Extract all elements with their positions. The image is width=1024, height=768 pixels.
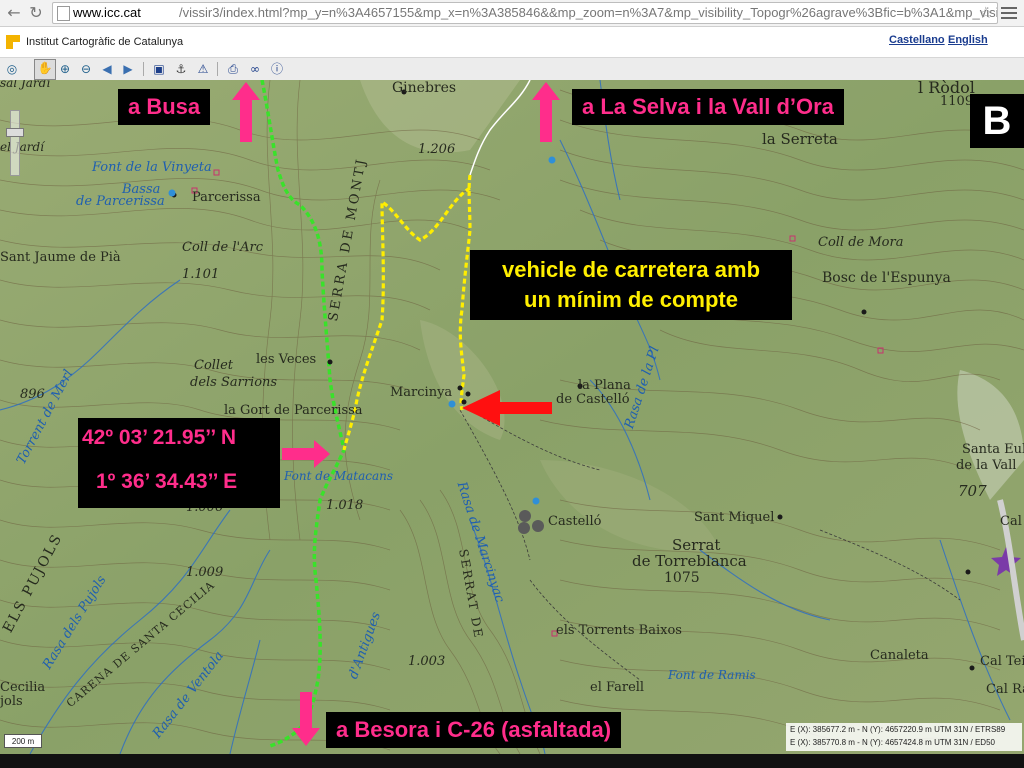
callout-a-busa: a Busa — [118, 89, 211, 125]
map-label-coll-mora: Coll de Mora — [818, 235, 904, 250]
map-label-elev-1206: 1.206 — [418, 142, 456, 157]
url-host: www.icc.cat — [73, 5, 141, 20]
anchor-icon[interactable]: ⚓ — [173, 61, 189, 77]
callout-a-selva: a La Selva i la Vall d’Ora — [572, 89, 844, 125]
toolbar-separator — [217, 62, 218, 76]
map-label-elev-1018: 1.018 — [326, 498, 364, 513]
map-label-font-vinyeta: Font de la Vinyeta — [92, 160, 212, 175]
lang-english-link[interactable]: English — [948, 34, 988, 46]
pan-hand-icon[interactable]: ✋ — [34, 59, 56, 80]
zoom-slider-thumb[interactable] — [6, 128, 24, 137]
map-label-ginebres: Ginebres — [392, 80, 457, 96]
map-label-sant-jaume: Sant Jaume de Pià — [0, 250, 121, 265]
back-arrow-icon[interactable]: ← — [4, 3, 24, 23]
icc-logo-corner — [13, 42, 20, 49]
utm-line-ed50: E (X): 385770.8 m - N (Y): 4657424.8 m U… — [790, 738, 995, 747]
callout-vehicle-line2: un mínim de compte — [524, 287, 738, 312]
map-label-castello: Castelló — [548, 514, 602, 529]
scale-bar: 200 m — [4, 734, 42, 748]
map-label-elev-707: 707 — [958, 482, 987, 500]
utm-line-etrs89: E (X): 385677.2 m - N (Y): 4657220.9 m U… — [790, 725, 1006, 734]
url-field[interactable]: www.icc.cat /vissir3/index.html?mp_y=n%3… — [52, 2, 998, 24]
link-icon[interactable]: ∞ — [247, 61, 263, 77]
map-label-cal-tei: Cal Tei — [980, 654, 1024, 669]
map-label-de-la-vall: de la Vall — [956, 458, 1017, 473]
warning-icon[interactable]: ⚠ — [195, 61, 211, 77]
map-label-les-veces: les Veces — [256, 352, 317, 367]
map-label-cecilia: Cecilia — [0, 680, 46, 695]
zoom-slider-track[interactable] — [10, 110, 20, 176]
map-label-jols: jols — [0, 694, 23, 709]
map-label-santa-eul: Santa Eul — [962, 442, 1024, 457]
map-label-elev-1075: 1075 — [664, 570, 700, 586]
bottom-border — [0, 754, 1024, 768]
utm-coordinates-readout: E (X): 385677.2 m - N (Y): 4657220.9 m U… — [786, 723, 1022, 751]
map-label-bosc-espunya: Bosc de l'Espunya — [822, 270, 951, 286]
bookmark-star-icon[interactable]: ☆ — [979, 3, 993, 23]
back-icon[interactable]: ◀ — [99, 61, 115, 77]
coordinates-callout: 42º 03’ 21.95’’ N 1º 36’ 34.43’’ E — [78, 418, 280, 508]
site-header: Institut Cartogràfic de Catalunya Castel… — [0, 27, 1024, 57]
zoom-extent-icon[interactable]: ◎ — [4, 61, 20, 77]
print-icon[interactable]: ⎙ — [225, 61, 241, 77]
map-label-de-parcerissa: de Parcerissa — [76, 194, 165, 209]
browser-address-bar: ← ↻ www.icc.cat /vissir3/index.html?mp_y… — [0, 0, 1024, 27]
page-icon — [57, 6, 70, 21]
browser-menu-icon[interactable] — [1000, 4, 1018, 22]
save-icon[interactable]: ▣ — [151, 61, 167, 77]
map-label-de-torreblanca: de Torreblanca — [632, 552, 747, 570]
map-viewport[interactable]: Ginebres l Ròdol 1109 la Serreta Font de… — [0, 80, 1024, 754]
toolbar-separator — [143, 62, 144, 76]
lang-castellano-link[interactable]: Castellano — [889, 34, 945, 46]
org-name: Institut Cartogràfic de Catalunya — [26, 36, 184, 48]
map-label-canaleta: Canaleta — [870, 648, 929, 663]
map-label-collet: Collet — [194, 358, 234, 373]
map-label-de-castello: de Castelló — [556, 392, 630, 407]
map-label-marcinya: Marcinya — [390, 385, 453, 400]
help-icon[interactable]: ⓘ — [269, 61, 285, 77]
map-label-rodol-elev: 1109 — [940, 94, 974, 109]
map-label-cal-ra: Cal Ra — [986, 682, 1024, 697]
map-label-elev-1003: 1.003 — [408, 654, 446, 669]
map-label-dels-sarrions: dels Sarrions — [190, 375, 278, 390]
callout-a-besora: a Besora i C-26 (asfaltada) — [326, 712, 622, 748]
map-label-gort-parcerissa: la Gort de Parcerissa — [224, 403, 363, 418]
figure-letter-b: B — [970, 94, 1024, 148]
map-label-elev-1009: 1.009 — [186, 565, 224, 580]
map-label-els-torrents: els Torrents Baixos — [556, 623, 682, 638]
map-label-parcerissa: Parcerissa — [192, 190, 261, 205]
zoom-out-icon[interactable]: ⊖ — [78, 61, 94, 77]
map-label-font-matacans: Font de Matacans — [284, 469, 394, 483]
coord-longitude: 1º 36’ 34.43’’ E — [96, 470, 238, 493]
map-label-coll-arc: Coll de l'Arc — [182, 240, 263, 255]
map-label-font-ramis: Font de Ramis — [668, 668, 756, 682]
map-label-elev-896: 896 — [20, 387, 45, 402]
url-path: /vissir3/index.html?mp_y=n%3A4657155&mp_… — [179, 5, 998, 20]
callout-vehicle: vehicle de carretera amb un mínim de com… — [470, 250, 792, 320]
map-label-el-jardi: el Jardí — [0, 140, 44, 154]
map-toolbar: ◎ ✋ ⊕ ⊖ ◀ ▶ ▣ ⚓ ⚠ ⎙ ∞ ⓘ — [0, 57, 1024, 81]
map-label-cal: Cal — [1000, 514, 1022, 529]
map-label-sal-jardi: sal Jardí — [0, 80, 51, 90]
coord-latitude: 42º 03’ 21.95’’ N — [82, 426, 237, 449]
map-label-la-plana: la Plana — [578, 378, 631, 393]
zoom-in-icon[interactable]: ⊕ — [57, 61, 73, 77]
map-label-elev-1101: 1.101 — [182, 267, 220, 282]
forward-icon[interactable]: ▶ — [120, 61, 136, 77]
map-label-sant-miquel: Sant Miquel — [694, 510, 775, 525]
map-label-serreta: la Serreta — [762, 130, 838, 148]
callout-vehicle-line1: vehicle de carretera amb — [501, 257, 761, 282]
map-label-el-farell: el Farell — [590, 680, 645, 695]
reload-icon[interactable]: ↻ — [26, 3, 46, 23]
